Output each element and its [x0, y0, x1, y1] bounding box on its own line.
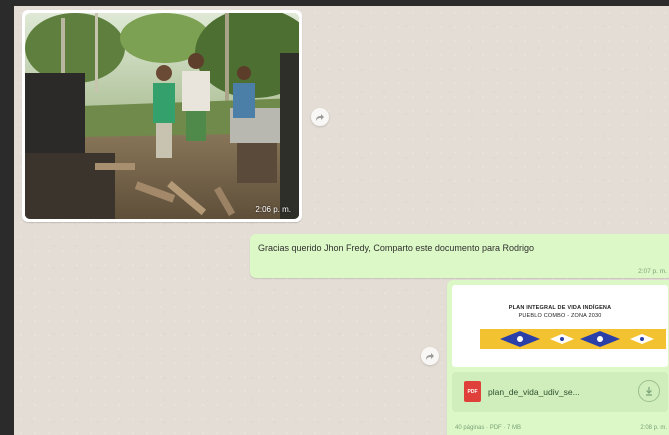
document-preview[interactable]: PLAN INTEGRAL DE VIDA INDÍGENA PUEBLO CO… [452, 285, 668, 367]
document-preview-title: PLAN INTEGRAL DE VIDA INDÍGENA [508, 305, 612, 311]
document-meta: 40 páginas · PDF · 7 MB [455, 425, 522, 431]
forward-icon [426, 353, 434, 360]
shared-photo[interactable]: 2:06 p. m. [25, 13, 299, 219]
incoming-photo-message[interactable]: 2:06 p. m. [22, 10, 302, 222]
download-icon [646, 387, 652, 396]
forward-document-button[interactable] [421, 347, 439, 365]
forward-icon [316, 114, 324, 121]
outgoing-document-message[interactable]: PLAN INTEGRAL DE VIDA INDÍGENA PUEBLO CO… [447, 280, 669, 435]
forward-photo-button[interactable] [311, 108, 329, 126]
message-text: Gracias querido Jhon Fredy, Comparto est… [258, 243, 534, 253]
document-preview-subtitle: PUEBLO COMBO - ZONA 2030 [518, 313, 602, 319]
download-button[interactable] [638, 380, 660, 402]
outgoing-text-message[interactable]: Gracias querido Jhon Fredy, Comparto est… [250, 234, 669, 278]
document-file-row[interactable]: PDF plan_de_vida_udiv_se... [452, 372, 668, 412]
photo-timestamp: 2:06 p. m. [255, 205, 291, 214]
pdf-file-icon: PDF [464, 381, 481, 402]
document-file-name: plan_de_vida_udiv_se... [488, 387, 580, 397]
chat-panel: 2:06 p. m. Gracias querido Jhon Fredy, C… [14, 6, 669, 435]
document-timestamp: 2:08 p. m. [640, 425, 667, 431]
message-timestamp: 2:07 p. m. [638, 268, 667, 275]
document-preview-pattern [480, 329, 666, 349]
